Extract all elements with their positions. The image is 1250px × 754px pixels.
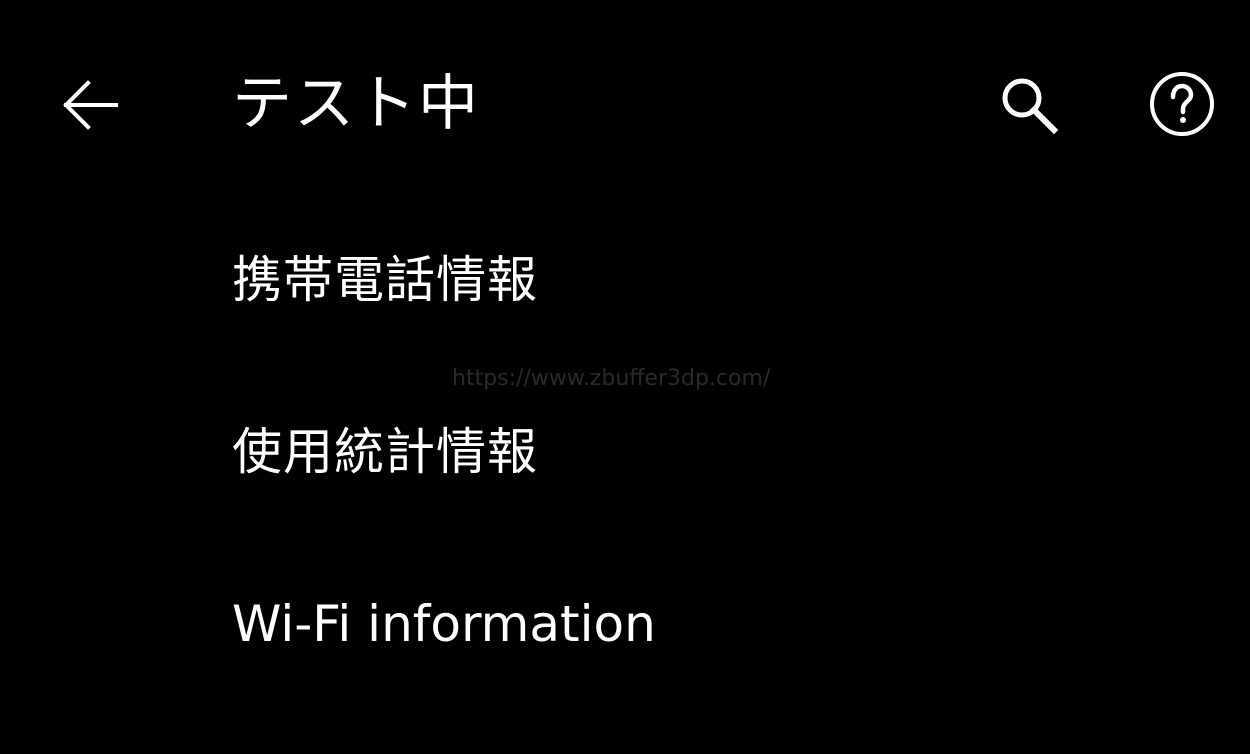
list-item-label: Wi-Fi information <box>232 595 656 653</box>
help-circle-icon <box>1150 72 1214 136</box>
arrow-back-icon <box>63 80 118 130</box>
help-button[interactable] <box>1144 66 1220 142</box>
list-item-label: 携帯電話情報 <box>232 251 538 309</box>
list-item-label: 使用統計情報 <box>232 423 538 481</box>
search-button[interactable] <box>990 66 1066 142</box>
page-title: テスト中 <box>232 69 480 139</box>
list-item-phone-info[interactable]: 携帯電話情報 <box>0 195 1250 367</box>
list-item-usage-statistics[interactable]: 使用統計情報 <box>0 367 1250 539</box>
search-icon <box>1002 78 1059 135</box>
list-item-wifi-information[interactable]: Wi-Fi information <box>0 539 1250 711</box>
app-bar: テスト中 <box>0 0 1250 205</box>
back-button[interactable] <box>52 67 128 143</box>
